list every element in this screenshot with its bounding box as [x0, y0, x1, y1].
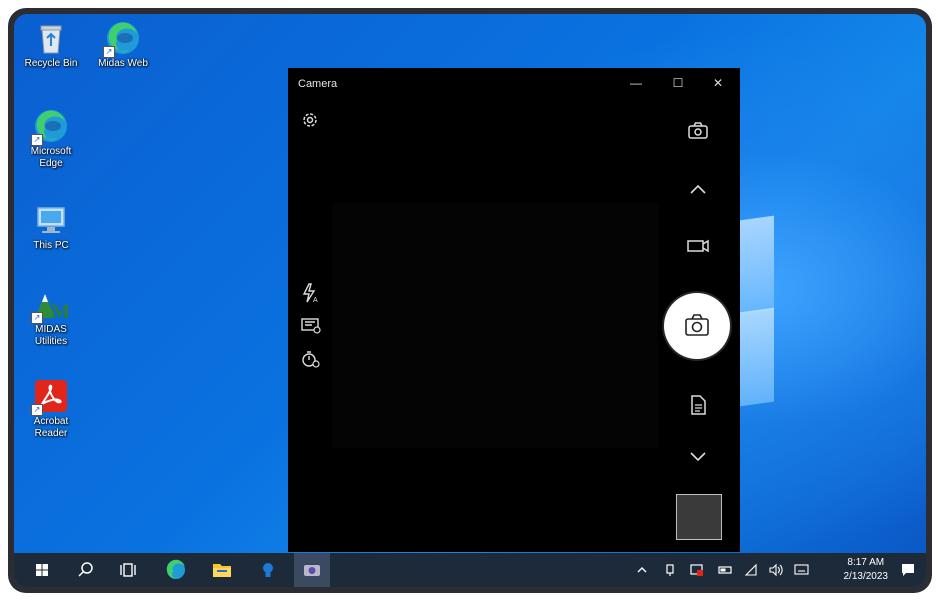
taskbar-camera[interactable] [294, 553, 330, 587]
qr-code-button[interactable] [300, 316, 322, 336]
close-button[interactable]: ✕ [698, 72, 738, 94]
task-view-button[interactable] [110, 553, 146, 587]
flash-icon: A [302, 283, 318, 304]
settings-button[interactable] [300, 110, 320, 130]
desktop-icon-midas-utilities[interactable]: M ↗ MIDAS Utilities [16, 286, 86, 348]
shortcut-arrow-icon: ↗ [31, 404, 43, 416]
bulb-app-icon [263, 563, 273, 577]
camera-window[interactable]: Camera — ☐ ✕ A [288, 68, 740, 552]
camera-viewfinder [332, 203, 658, 448]
timer-button[interactable] [300, 348, 322, 370]
maximize-button[interactable]: ☐ [658, 72, 698, 94]
desktop-icon-this-pc[interactable]: This PC [16, 202, 86, 252]
maximize-icon: ☐ [672, 76, 684, 90]
minimize-button[interactable]: — [616, 72, 656, 94]
taskbar: 8:17 AM 2/13/2023 [14, 553, 926, 587]
document-mode-button[interactable] [688, 394, 708, 416]
document-mode-icon [691, 395, 706, 415]
shortcut-arrow-icon: ↗ [31, 312, 43, 324]
flash-button[interactable]: A [300, 282, 320, 304]
edge-icon: ↗ [103, 20, 141, 58]
file-explorer-icon [213, 564, 231, 577]
chevron-down-icon [690, 452, 706, 462]
tray-usb[interactable] [664, 563, 676, 582]
camera-app-icon [304, 565, 320, 576]
scroll-up-button[interactable] [688, 182, 708, 196]
notification-icon [902, 564, 914, 576]
tray-keyboard[interactable] [794, 563, 810, 582]
tray-battery[interactable] [718, 563, 734, 582]
qr-code-icon [301, 318, 321, 334]
taskbar-clock[interactable]: 8:17 AM 2/13/2023 [844, 556, 889, 584]
edge-icon [166, 559, 185, 579]
desktop-icon-recycle-bin[interactable]: Recycle Bin [16, 20, 86, 70]
notification-center-button[interactable] [900, 562, 916, 583]
touch-keyboard-icon [794, 564, 809, 575]
switch-camera-button[interactable] [686, 120, 710, 142]
desktop-icon-label: Acrobat Reader [33, 416, 69, 439]
settings-icon [303, 113, 317, 127]
window-title: Camera [298, 78, 338, 90]
desktop-icon-label: MIDAS Utilities [34, 324, 68, 347]
shortcut-arrow-icon: ↗ [31, 134, 43, 146]
computer-icon [33, 202, 69, 238]
task-view-icon [120, 563, 136, 577]
last-capture-thumbnail[interactable] [676, 494, 722, 540]
desktop-icon-label: Recycle Bin [24, 58, 78, 69]
switch-camera-icon [688, 122, 708, 139]
start-button[interactable] [24, 553, 60, 587]
search-icon [78, 562, 93, 577]
shortcut-arrow-icon: ↗ [103, 46, 115, 58]
tray-security[interactable] [690, 563, 704, 582]
taskbar-edge[interactable] [158, 553, 194, 587]
volume-icon [769, 563, 783, 577]
windows-start-icon [36, 564, 48, 576]
recycle-bin-icon [33, 20, 69, 56]
tray-network[interactable] [744, 563, 758, 582]
close-icon: ✕ [712, 76, 724, 90]
svg-text:M: M [51, 301, 69, 322]
usb-icon [666, 564, 674, 576]
desktop-icon-label: Midas Web [98, 58, 148, 69]
desktop: Recycle Bin ↗ Midas Web ↗ Microsoft Edge… [14, 14, 926, 587]
video-mode-button[interactable] [686, 238, 710, 254]
battery-icon [718, 566, 732, 574]
desktop-icon-midas-web[interactable]: ↗ Midas Web [88, 20, 158, 70]
show-hidden-icons-button[interactable] [636, 563, 648, 582]
desktop-icon-microsoft-edge[interactable]: ↗ Microsoft Edge [16, 108, 86, 170]
tray-volume[interactable] [768, 563, 784, 582]
network-icon [744, 563, 757, 576]
scroll-down-button[interactable] [688, 450, 708, 464]
taskbar-bulb-app[interactable] [250, 553, 286, 587]
taskbar-file-explorer[interactable] [204, 553, 240, 587]
desktop-icon-label: This PC [33, 240, 69, 251]
midas-icon: M ↗ [31, 286, 70, 324]
svg-text:A: A [313, 297, 318, 304]
video-mode-icon [687, 239, 709, 253]
chevron-up-icon [637, 567, 647, 573]
chevron-up-icon [690, 184, 706, 194]
clock-time: 8:17 AM [847, 557, 885, 568]
minimize-icon: — [630, 76, 642, 90]
timer-icon [302, 351, 320, 368]
photo-shutter-icon [685, 314, 709, 336]
clock-date: 2/13/2023 [843, 571, 889, 582]
edge-icon: ↗ [31, 108, 69, 146]
search-button[interactable] [68, 553, 104, 587]
security-alert-icon [690, 564, 703, 576]
desktop-icon-acrobat-reader[interactable]: ↗ Acrobat Reader [16, 378, 86, 440]
take-photo-button[interactable] [664, 293, 730, 359]
desktop-icon-label: Microsoft Edge [30, 146, 72, 169]
acrobat-icon: ↗ [31, 378, 69, 416]
screen-frame: Recycle Bin ↗ Midas Web ↗ Microsoft Edge… [8, 8, 932, 593]
